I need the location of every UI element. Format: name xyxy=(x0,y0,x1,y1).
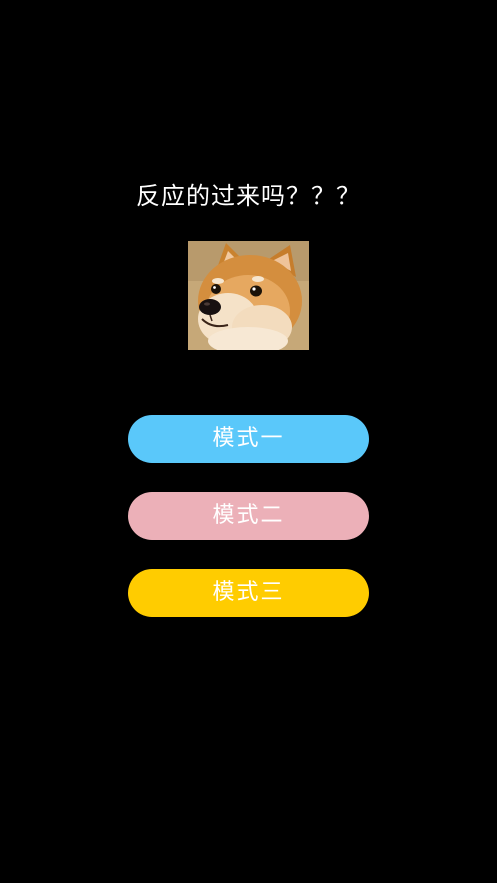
page-title: 反应的过来吗？？？ xyxy=(136,182,361,210)
mode-one-button[interactable]: 模式一 xyxy=(128,415,369,463)
shiba-dog-icon xyxy=(188,241,309,350)
mode-two-button[interactable]: 模式二 xyxy=(128,492,369,540)
doge-image xyxy=(188,241,309,350)
mode-three-button[interactable]: 模式三 xyxy=(128,569,369,617)
